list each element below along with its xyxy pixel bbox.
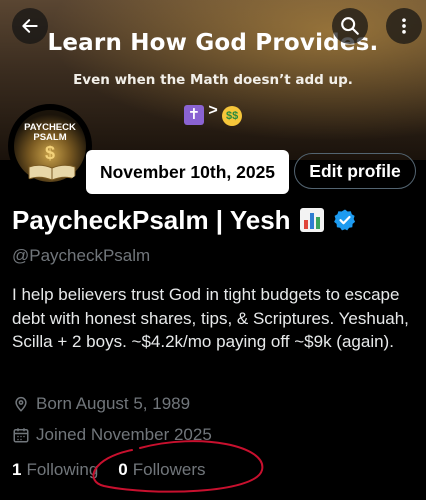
- location-icon: [15, 396, 27, 412]
- money-face-emoji-icon: $$: [222, 106, 243, 126]
- birthdate-text: Born August 5, 1989: [36, 394, 191, 413]
- search-icon: [341, 17, 359, 35]
- open-book-icon: [28, 164, 76, 181]
- profile-name-row: PaycheckPsalm | Yesh: [12, 202, 357, 238]
- birthdate-row: Born August 5, 1989: [12, 394, 190, 414]
- follow-stats: 1 Following 0 Followers: [12, 460, 206, 480]
- search-button[interactable]: [332, 8, 368, 44]
- date-overlay: November 10th, 2025: [86, 150, 289, 194]
- profile-bio: I help believers trust God in tight budg…: [12, 285, 409, 351]
- edit-profile-button[interactable]: Edit profile: [294, 153, 416, 189]
- back-button[interactable]: [12, 8, 48, 44]
- joined-text: Joined November 2025: [36, 425, 212, 444]
- profile-name: PaycheckPsalm | Yesh: [12, 204, 291, 235]
- calendar-icon: [13, 428, 29, 443]
- banner-subtitle: Even when the Math doesn’t add up.: [73, 72, 353, 88]
- verified-badge-icon[interactable]: [333, 208, 357, 232]
- avatar-logo-text: PAYCHECK PSALM $: [24, 122, 76, 164]
- more-button[interactable]: [386, 8, 422, 44]
- more-vertical-icon: [402, 18, 406, 34]
- cross-emoji-icon: ✝: [183, 105, 204, 125]
- back-arrow-icon: [22, 19, 38, 33]
- banner-operator: >: [208, 102, 218, 119]
- bar-chart-emoji-icon: [299, 208, 324, 232]
- profile-handle: @PaycheckPsalm: [12, 246, 151, 265]
- followers-link[interactable]: 0 Followers: [118, 460, 205, 480]
- profile-avatar[interactable]: PAYCHECK PSALM $: [8, 104, 92, 188]
- joined-row: Joined November 2025: [12, 425, 212, 445]
- following-link[interactable]: 1 Following: [12, 460, 98, 480]
